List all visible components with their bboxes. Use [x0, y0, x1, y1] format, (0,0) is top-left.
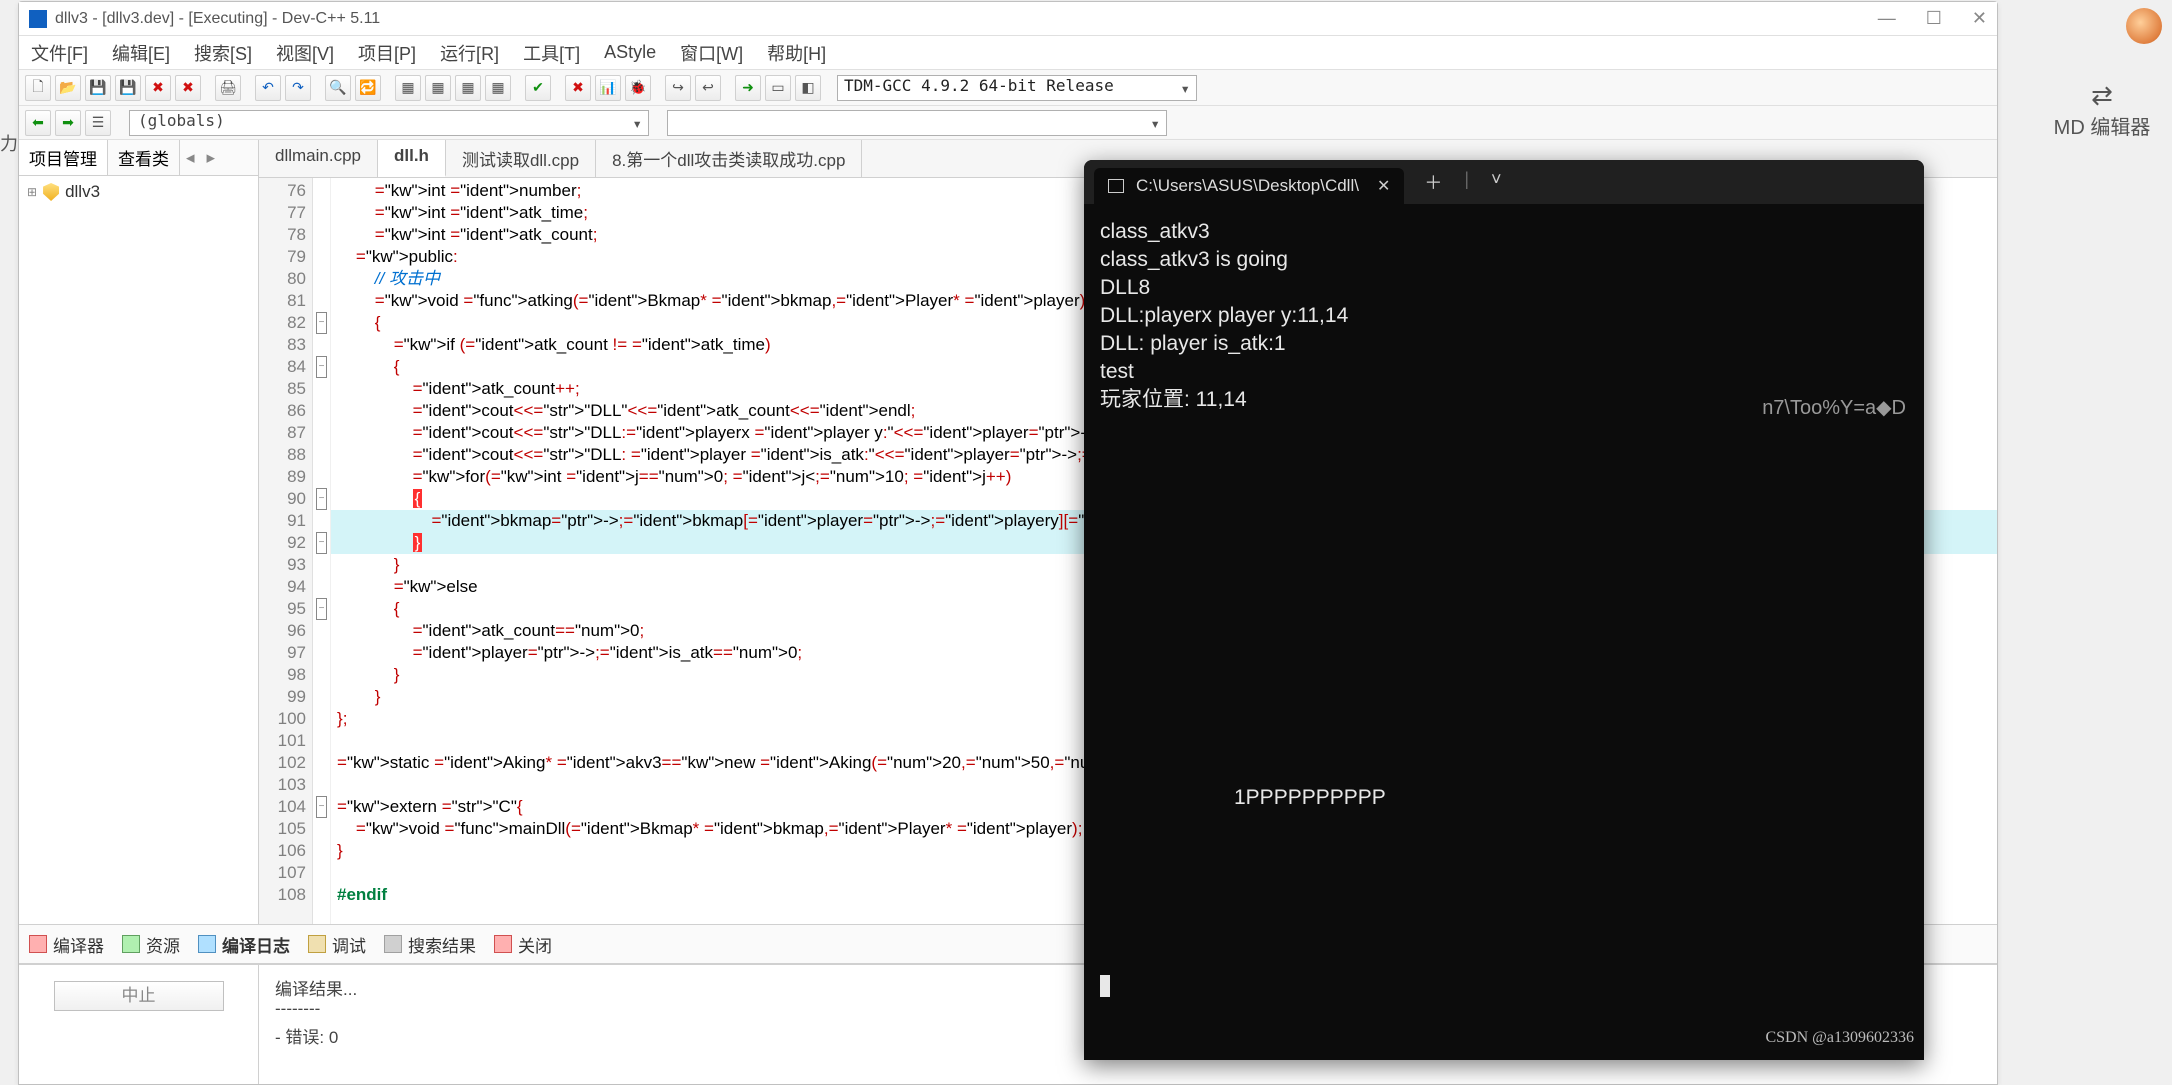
game-map-row: 1PPPPPPPPPP — [1234, 784, 1386, 812]
file-tab-0[interactable]: dllmain.cpp — [259, 140, 378, 177]
fold-column[interactable]: −−−−−− — [313, 178, 331, 924]
save-all-icon[interactable]: 💾 — [115, 75, 141, 101]
stop-button[interactable]: 中止 — [54, 981, 224, 1011]
compiler-select[interactable]: TDM-GCC 4.9.2 64-bit Release — [837, 75, 1197, 101]
goto-icon[interactable]: ➜ — [735, 75, 761, 101]
window-controls: — ☐ ✕ — [1878, 8, 1987, 29]
swap-icon[interactable]: ⇄ — [2032, 80, 2172, 111]
tab-project[interactable]: 项目管理 — [19, 140, 108, 175]
menu-file[interactable]: 文件[F] — [31, 40, 88, 66]
expand-icon[interactable]: ⊞ — [27, 185, 37, 199]
watermark-text: n7\Too%Y=a◆D — [1762, 394, 1906, 422]
redo-icon[interactable]: ↷ — [285, 75, 311, 101]
close-tab-icon — [494, 935, 512, 953]
menu-edit[interactable]: 编辑[E] — [112, 40, 170, 66]
tab-resources[interactable]: 资源 — [122, 932, 180, 957]
search-tab-icon — [384, 935, 402, 953]
csdn-watermark: CSDN @a1309602336 — [1765, 1024, 1914, 1052]
tab-classes[interactable]: 查看类 — [108, 140, 180, 175]
tab-debug[interactable]: 调试 — [308, 932, 366, 957]
run-icon[interactable]: ▦ — [425, 75, 451, 101]
terminal-new-tab-icon[interactable]: ＋ — [1424, 169, 1442, 195]
title-bar[interactable]: dllv3 - [dllv3.dev] - [Executing] - Dev-… — [19, 2, 1997, 36]
stop-icon[interactable]: ✖ — [565, 75, 591, 101]
debug-delete-icon[interactable]: 🐞 — [625, 75, 651, 101]
menu-run[interactable]: 运行[R] — [440, 40, 499, 66]
window-title: dllv3 - [dllv3.dev] - [Executing] - Dev-… — [55, 10, 1878, 28]
bookmark-icon[interactable]: ▭ — [765, 75, 791, 101]
terminal-tab-title: C:\Users\ASUS\Desktop\Cdll\ — [1136, 176, 1359, 196]
close-button[interactable]: ✕ — [1972, 8, 1987, 29]
terminal-body[interactable]: class_atkv3 class_atkv3 is going DLL8 DL… — [1084, 204, 1924, 1060]
tab-search-results[interactable]: 搜索结果 — [384, 932, 476, 957]
compile-icon[interactable]: ▦ — [395, 75, 421, 101]
compiler-tab-icon — [29, 935, 47, 953]
minimize-button[interactable]: — — [1878, 8, 1896, 29]
terminal-icon — [1108, 179, 1124, 193]
check-icon[interactable]: ✔ — [525, 75, 551, 101]
rebuild-icon[interactable]: ▦ — [485, 75, 511, 101]
debug-tab-icon — [308, 935, 326, 953]
menu-project[interactable]: 项目[P] — [358, 40, 416, 66]
menu-astyle[interactable]: AStyle — [604, 42, 656, 63]
line-gutter: 7677787980818283848586878889909192939495… — [259, 178, 313, 924]
file-tab-1[interactable]: dll.h — [378, 140, 446, 177]
terminal-titlebar[interactable]: C:\Users\ASUS\Desktop\Cdll\ ✕ ＋ | ˅ — [1084, 160, 1924, 204]
toolbar-main: 🗋 📂 💾 💾 ✖ ✖ 🖨 ↶ ↷ 🔍 🔁 ▦ ▦ ▦ ▦ ✔ ✖ 📊 🐞 ↪ … — [19, 70, 1997, 106]
close-all-icon[interactable]: ✖ — [175, 75, 201, 101]
tab-scroll-left-icon[interactable]: ◂ — [180, 148, 201, 168]
find-icon[interactable]: 🔍 — [325, 75, 351, 101]
terminal-cursor — [1100, 975, 1110, 997]
nav-fwd-icon[interactable]: ➡ — [55, 110, 81, 136]
project-icon — [43, 183, 59, 201]
menu-bar[interactable]: 文件[F] 编辑[E] 搜索[S] 视图[V] 项目[P] 运行[R] 工具[T… — [19, 36, 1997, 70]
save-icon[interactable]: 💾 — [85, 75, 111, 101]
open-icon[interactable]: 📂 — [55, 75, 81, 101]
profile-icon[interactable]: 📊 — [595, 75, 621, 101]
scope-select-globals[interactable]: (globals) — [129, 110, 649, 136]
terminal-tab-close-icon[interactable]: ✕ — [1377, 176, 1390, 196]
toolbar-scope: ⬅ ➡ ☰ (globals) — [19, 106, 1997, 140]
debug-step-icon[interactable]: ↪ — [665, 75, 691, 101]
nav-back-icon[interactable]: ⬅ — [25, 110, 51, 136]
scope-select-member[interactable] — [667, 110, 1167, 136]
log-tab-icon — [198, 935, 216, 953]
terminal-tab[interactable]: C:\Users\ASUS\Desktop\Cdll\ ✕ — [1094, 168, 1404, 204]
terminal-dropdown-icon[interactable]: ˅ — [1491, 169, 1502, 195]
terminal-output: class_atkv3 class_atkv3 is going DLL8 DL… — [1100, 218, 1908, 414]
menu-help[interactable]: 帮助[H] — [767, 40, 826, 66]
nav-list-icon[interactable]: ☰ — [85, 110, 111, 136]
project-tree[interactable]: ⊞ dllv3 — [19, 176, 258, 208]
resources-tab-icon — [122, 935, 140, 953]
terminal-window[interactable]: C:\Users\ASUS\Desktop\Cdll\ ✕ ＋ | ˅ clas… — [1084, 160, 1924, 1060]
close-file-icon[interactable]: ✖ — [145, 75, 171, 101]
browser-avatar-icon — [2126, 8, 2162, 44]
md-editor-label: MD 编辑器 — [2032, 111, 2172, 140]
project-panel-tabs: 项目管理 查看类 ◂ ▸ — [19, 140, 258, 176]
menu-tools[interactable]: 工具[T] — [523, 40, 580, 66]
file-tab-2[interactable]: 测试读取dll.cpp — [446, 140, 596, 177]
tab-compiler[interactable]: 编译器 — [29, 932, 104, 957]
tab-scroll-right-icon[interactable]: ▸ — [201, 148, 222, 168]
new-file-icon[interactable]: 🗋 — [25, 75, 51, 101]
insert-icon[interactable]: ◧ — [795, 75, 821, 101]
app-icon — [29, 10, 47, 28]
tree-root[interactable]: ⊞ dllv3 — [27, 182, 250, 202]
project-panel: 项目管理 查看类 ◂ ▸ ⊞ dllv3 — [19, 140, 259, 924]
compile-run-icon[interactable]: ▦ — [455, 75, 481, 101]
file-tab-3[interactable]: 8.第一个dll攻击类读取成功.cpp — [596, 140, 862, 177]
tab-compile-log[interactable]: 编译日志 — [198, 932, 290, 957]
menu-search[interactable]: 搜索[S] — [194, 40, 252, 66]
debug-step2-icon[interactable]: ↩ — [695, 75, 721, 101]
maximize-button[interactable]: ☐ — [1926, 8, 1942, 29]
print-icon[interactable]: 🖨 — [215, 75, 241, 101]
menu-window[interactable]: 窗口[W] — [680, 40, 743, 66]
tree-root-label: dllv3 — [65, 182, 100, 202]
replace-icon[interactable]: 🔁 — [355, 75, 381, 101]
tab-close[interactable]: 关闭 — [494, 932, 552, 957]
right-sidebar: ⇄ MD 编辑器 — [2032, 80, 2172, 140]
undo-icon[interactable]: ↶ — [255, 75, 281, 101]
menu-view[interactable]: 视图[V] — [276, 40, 334, 66]
